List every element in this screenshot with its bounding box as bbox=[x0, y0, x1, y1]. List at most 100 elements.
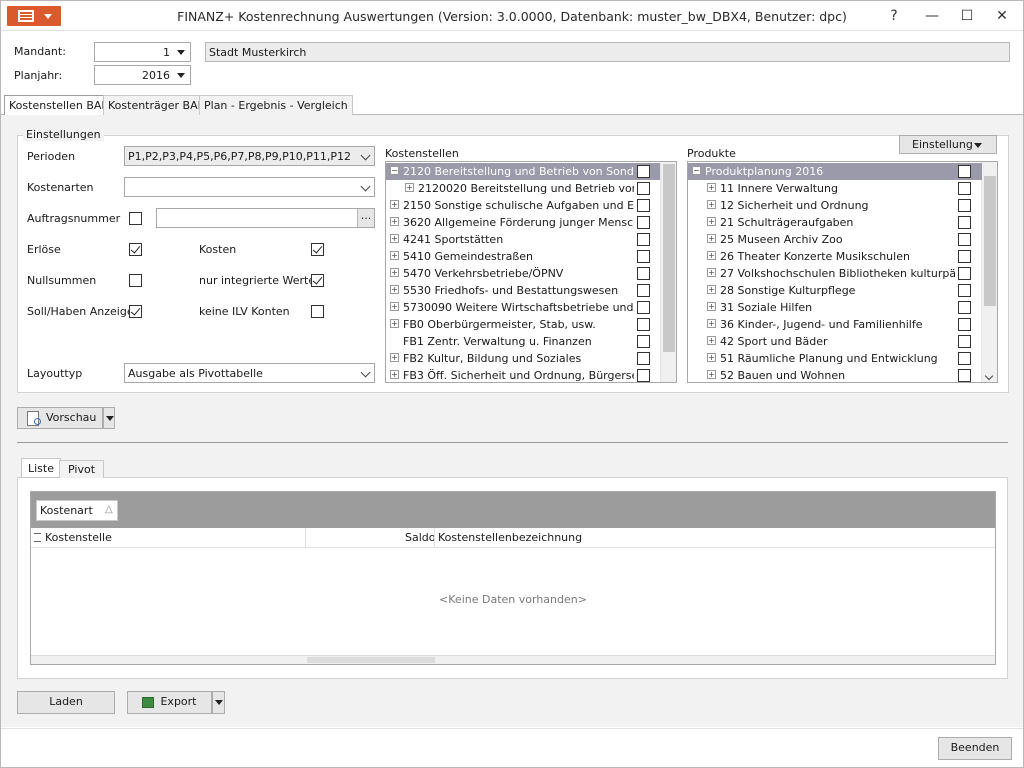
kostenarten-select[interactable] bbox=[124, 177, 375, 197]
tree-item[interactable]: +5410 Gemeindestraßen bbox=[386, 248, 660, 265]
tree-item[interactable]: − Produktplanung 2016 bbox=[688, 163, 982, 180]
tab-pivot[interactable]: Pivot bbox=[59, 460, 105, 478]
tree-item-checkbox[interactable] bbox=[637, 284, 650, 297]
tree-item[interactable]: +36 Kinder-, Jugend- und Familienhilfe bbox=[688, 316, 982, 333]
horizontal-scrollbar[interactable] bbox=[31, 655, 995, 664]
expand-icon[interactable]: + bbox=[390, 234, 399, 243]
tree-item[interactable]: +31 Soziale Hilfen bbox=[688, 299, 982, 316]
auftragsnummer-input[interactable]: ... bbox=[156, 208, 375, 228]
tree-item-checkbox[interactable] bbox=[958, 352, 971, 365]
kostenstellen-tree[interactable]: −2120 Bereitstellung und Betrieb von Son… bbox=[385, 161, 677, 383]
tree-item-checkbox[interactable] bbox=[637, 199, 650, 212]
column-saldo[interactable]: Saldo bbox=[405, 531, 436, 544]
tree-item[interactable]: FB1 Zentr. Verwaltung u. Finanzen bbox=[386, 333, 660, 350]
einstellung-button[interactable]: Einstellung bbox=[899, 135, 997, 154]
maximize-button[interactable]: ☐ bbox=[952, 5, 982, 27]
expand-icon[interactable]: + bbox=[390, 268, 399, 277]
help-button[interactable]: ? bbox=[879, 5, 909, 27]
export-button[interactable]: Export bbox=[127, 691, 212, 714]
collapse-icon[interactable]: − bbox=[692, 166, 701, 175]
tree-item[interactable]: + FB2 Kultur, Bildung und Soziales bbox=[386, 350, 660, 367]
tree-item-checkbox[interactable] bbox=[637, 318, 650, 331]
tree-item-checkbox[interactable] bbox=[958, 216, 971, 229]
tree-item[interactable]: + FB0 Oberbürgermeister, Stab, usw. bbox=[386, 316, 660, 333]
expand-icon[interactable]: + bbox=[707, 336, 716, 345]
expand-icon[interactable]: + bbox=[390, 302, 399, 311]
planjahr-select[interactable]: 2016 bbox=[94, 65, 191, 85]
tree-item-checkbox[interactable] bbox=[958, 318, 971, 331]
tree-item-checkbox[interactable] bbox=[958, 335, 971, 348]
scroll-down-icon[interactable] bbox=[984, 371, 994, 381]
nullsummen-checkbox[interactable] bbox=[129, 274, 142, 287]
tab-kostentraeger-bab[interactable]: Kostenträger BAB bbox=[103, 95, 211, 115]
vorschau-button[interactable]: Vorschau bbox=[17, 407, 103, 429]
tree-item-checkbox[interactable] bbox=[637, 165, 650, 178]
expand-icon[interactable]: + bbox=[707, 217, 716, 226]
minimize-button[interactable]: — bbox=[917, 5, 947, 27]
tree-item[interactable]: +11 Innere Verwaltung bbox=[688, 180, 982, 197]
scrollbar-thumb[interactable] bbox=[984, 176, 996, 306]
export-dropdown-button[interactable] bbox=[212, 691, 225, 714]
tree-item[interactable]: +12 Sicherheit und Ordnung bbox=[688, 197, 982, 214]
tree-item[interactable]: +5730090 Weitere Wirtschaftsbetriebe und… bbox=[386, 299, 660, 316]
tree-item-checkbox[interactable] bbox=[958, 369, 971, 382]
sollhaben-checkbox[interactable] bbox=[129, 305, 142, 318]
tree-item-checkbox[interactable] bbox=[637, 182, 650, 195]
tree-item-checkbox[interactable] bbox=[958, 199, 971, 212]
tree-item[interactable]: +25 Museen Archiv Zoo bbox=[688, 231, 982, 248]
tree-item[interactable]: +4241 Sportstätten bbox=[386, 231, 660, 248]
expand-icon[interactable]: + bbox=[390, 200, 399, 209]
auftragsnummer-checkbox[interactable] bbox=[129, 212, 142, 225]
expand-icon[interactable]: + bbox=[707, 353, 716, 362]
tree-item-checkbox[interactable] bbox=[637, 369, 650, 382]
produkte-scrollbar[interactable] bbox=[981, 162, 997, 382]
tree-item[interactable]: +26 Theater Konzerte Musikschulen bbox=[688, 248, 982, 265]
tree-item[interactable]: +51 Räumliche Planung und Entwicklung bbox=[688, 350, 982, 367]
kosten-checkbox[interactable] bbox=[311, 243, 324, 256]
integriert-checkbox[interactable] bbox=[311, 274, 324, 287]
expand-icon[interactable]: + bbox=[707, 200, 716, 209]
vorschau-dropdown-button[interactable] bbox=[103, 407, 115, 429]
browse-button[interactable]: ... bbox=[357, 209, 374, 227]
collapse-icon[interactable]: − bbox=[390, 166, 399, 175]
tree-item[interactable]: +42 Sport und Bäder bbox=[688, 333, 982, 350]
group-chip-kostenart[interactable]: Kostenart △ bbox=[36, 500, 118, 521]
scrollbar-thumb[interactable] bbox=[307, 657, 435, 663]
tree-item-checkbox[interactable] bbox=[637, 301, 650, 314]
tree-item-checkbox[interactable] bbox=[637, 250, 650, 263]
expand-icon[interactable]: + bbox=[390, 217, 399, 226]
keineilv-checkbox[interactable] bbox=[311, 305, 324, 318]
column-kostenstelle[interactable]: Kostenstelle bbox=[45, 531, 112, 544]
expand-icon[interactable]: + bbox=[707, 319, 716, 328]
tree-item[interactable]: +2120020 Bereitstellung und Betrieb von … bbox=[386, 180, 660, 197]
tree-item-checkbox[interactable] bbox=[958, 250, 971, 263]
tree-item[interactable]: +5530 Friedhofs- und Bestattungswesen bbox=[386, 282, 660, 299]
expand-icon[interactable]: + bbox=[707, 268, 716, 277]
expand-icon[interactable]: + bbox=[390, 319, 399, 328]
expand-icon[interactable]: + bbox=[707, 234, 716, 243]
tree-item-checkbox[interactable] bbox=[637, 267, 650, 280]
expand-icon[interactable]: + bbox=[707, 285, 716, 294]
column-kostenstellenbezeichnung[interactable]: Kostenstellenbezeichnung bbox=[438, 531, 582, 544]
expand-icon[interactable]: + bbox=[707, 370, 716, 379]
tree-item-checkbox[interactable] bbox=[958, 182, 971, 195]
tree-item-checkbox[interactable] bbox=[958, 284, 971, 297]
tree-item[interactable]: +3620 Allgemeine Förderung junger Mensch… bbox=[386, 214, 660, 231]
perioden-select[interactable]: P1,P2,P3,P4,P5,P6,P7,P8,P9,P10,P11,P12 bbox=[124, 146, 375, 166]
expand-icon[interactable]: + bbox=[707, 183, 716, 192]
tab-liste[interactable]: Liste bbox=[21, 458, 61, 478]
close-button[interactable]: ✕ bbox=[987, 5, 1017, 27]
tree-item[interactable]: +28 Sonstige Kulturpflege bbox=[688, 282, 982, 299]
tree-item-checkbox[interactable] bbox=[637, 233, 650, 246]
expand-icon[interactable]: + bbox=[707, 302, 716, 311]
tree-item[interactable]: +5470 Verkehrsbetriebe/ÖPNV bbox=[386, 265, 660, 282]
beenden-button[interactable]: Beenden bbox=[938, 737, 1012, 760]
tree-item[interactable]: +2150 Sonstige schulische Aufgaben und E… bbox=[386, 197, 660, 214]
result-grid[interactable]: Kostenart △ Kostenstelle Saldo Kostenste… bbox=[30, 491, 996, 665]
tree-item-checkbox[interactable] bbox=[637, 335, 650, 348]
erloese-checkbox[interactable] bbox=[129, 243, 142, 256]
tree-item[interactable]: + FB3 Öff. Sicherheit und Ordnung, Bürger… bbox=[386, 367, 660, 382]
tree-item-checkbox[interactable] bbox=[958, 301, 971, 314]
tree-item-checkbox[interactable] bbox=[637, 216, 650, 229]
tree-item[interactable]: +27 Volkshochschulen Bibliotheken kultur… bbox=[688, 265, 982, 282]
